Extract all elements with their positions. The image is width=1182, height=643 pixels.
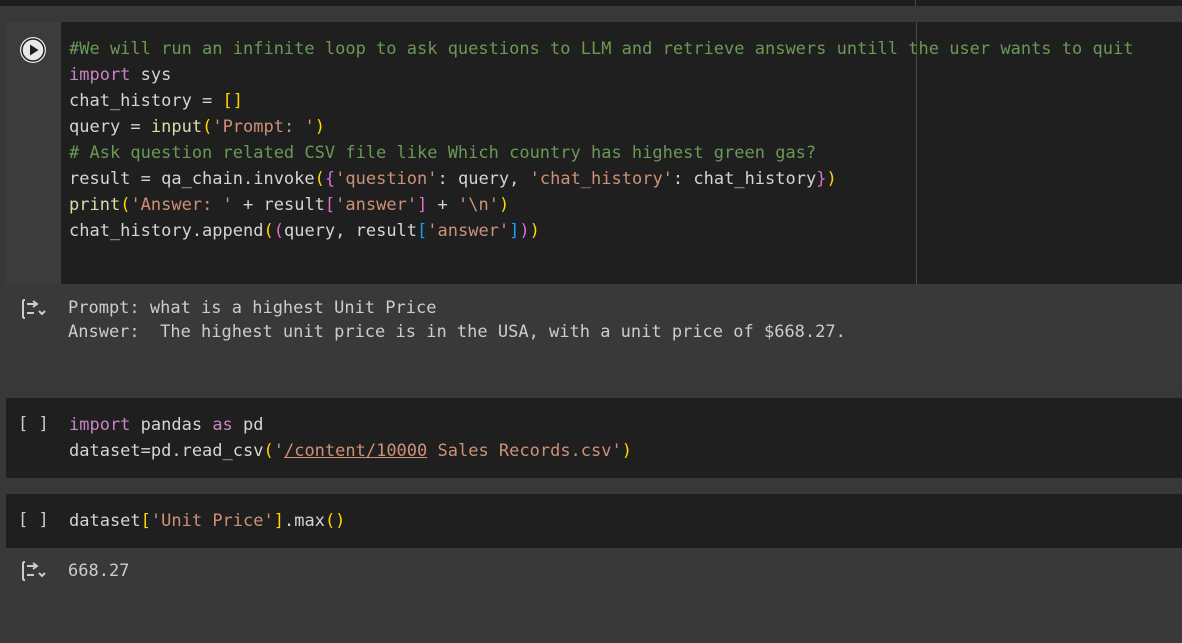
- output-toggle-icon[interactable]: [20, 298, 48, 320]
- code-token: chat_history =: [69, 91, 223, 111]
- notebook-page: #We will run an infinite loop to ask que…: [0, 0, 1182, 643]
- code-line[interactable]: import pandas as pd: [69, 412, 264, 438]
- code-token: 'answer': [335, 195, 418, 215]
- code-token: pandas: [130, 415, 213, 435]
- code-token: pd: [232, 415, 264, 435]
- code-token: result = qa_chain.invoke: [69, 169, 315, 189]
- code-token: /content/10000: [283, 441, 428, 461]
- code-token: +: [427, 195, 459, 215]
- code-token: import: [69, 415, 131, 435]
- code-token: print: [69, 195, 121, 215]
- code-editor[interactable]: import pandas as pd dataset=pd.read_csv('…: [61, 398, 1182, 478]
- code-token: sys: [130, 65, 172, 85]
- code-token: 'question': [335, 169, 438, 189]
- code-token: (: [263, 221, 274, 241]
- code-line[interactable]: # Ask question related CSV file like Whi…: [69, 140, 816, 166]
- code-token: dataset: [69, 511, 141, 531]
- code-editor[interactable]: dataset['Unit Price'].max(): [61, 494, 1182, 548]
- code-token: [: [324, 195, 336, 215]
- code-token: (: [263, 441, 274, 461]
- code-line[interactable]: result = qa_chain.invoke({'question': qu…: [69, 166, 837, 192]
- cell-gutter: [6, 22, 61, 284]
- code-token: ): [529, 221, 540, 241]
- code-line[interactable]: query = input('Prompt: '): [69, 114, 325, 140]
- code-token: (: [202, 117, 213, 137]
- code-token: : chat_history: [672, 169, 817, 189]
- code-token: import: [69, 65, 131, 85]
- code-token: query, result: [283, 221, 418, 241]
- code-token: input: [150, 117, 203, 137]
- code-token: chat_history.append: [69, 221, 264, 241]
- code-token: dataset=pd.read_csv: [69, 441, 264, 461]
- code-token: Sales Records.csv': [427, 441, 622, 461]
- play-circle-icon: [21, 38, 45, 62]
- code-token: 'Answer: ': [130, 195, 233, 215]
- output-toggle-icon[interactable]: [20, 560, 48, 582]
- code-token: [: [417, 221, 428, 241]
- code-line[interactable]: dataset=pd.read_csv('/content/10000 Sale…: [69, 438, 632, 464]
- cell-output-3: 668.27: [6, 548, 1182, 643]
- execution-count-bracket[interactable]: [ ]: [18, 414, 49, 434]
- output-line-answer: Answer: The highest unit price is in the…: [68, 322, 846, 342]
- code-token: ): [519, 221, 530, 241]
- code-token: ]: [417, 195, 428, 215]
- code-token: #We will run an infinite loop to ask que…: [69, 39, 1134, 59]
- code-line[interactable]: import sys: [69, 62, 171, 88]
- code-token: 'Unit Price': [150, 511, 274, 531]
- code-token: ': [273, 441, 284, 461]
- code-token: + result: [232, 195, 325, 215]
- previous-cell-edge: [0, 0, 1182, 6]
- cell-output-1: Prompt: what is a highest Unit Price Ans…: [6, 284, 1182, 380]
- code-token: ]: [509, 221, 520, 241]
- cell-gutter: [ ]: [6, 398, 61, 478]
- run-cell-button[interactable]: [20, 37, 46, 63]
- code-line[interactable]: #We will run an infinite loop to ask que…: [69, 36, 1133, 62]
- code-token: # Ask question related CSV file like Whi…: [69, 143, 817, 163]
- code-line[interactable]: dataset['Unit Price'].max(): [69, 508, 345, 534]
- cell-gutter: [ ]: [6, 494, 61, 548]
- code-token: ]: [273, 511, 284, 531]
- code-token: : query,: [437, 169, 530, 189]
- code-token: []: [222, 91, 244, 111]
- code-token: 'answer': [427, 221, 510, 241]
- code-token: '\n': [458, 195, 499, 215]
- code-token: (: [273, 221, 284, 241]
- output-line-value: 668.27: [68, 561, 130, 581]
- code-token: (): [324, 511, 346, 531]
- code-token: ): [498, 195, 510, 215]
- code-token: query =: [69, 117, 151, 137]
- code-token: .max: [283, 511, 325, 531]
- code-cell-3[interactable]: [ ] dataset['Unit Price'].max(): [6, 494, 1182, 548]
- code-token: (: [314, 169, 325, 189]
- output-line-prompt: Prompt: what is a highest Unit Price: [68, 298, 437, 318]
- code-cell-1[interactable]: #We will run an infinite loop to ask que…: [6, 22, 1182, 284]
- code-token: {: [324, 169, 336, 189]
- code-line[interactable]: print('Answer: ' + result['answer'] + '\…: [69, 192, 509, 218]
- code-token: ): [314, 117, 325, 137]
- code-token: 'chat_history': [529, 169, 673, 189]
- code-line[interactable]: chat_history = []: [69, 88, 243, 114]
- code-token: 'Prompt: ': [212, 117, 315, 137]
- code-token: ): [826, 169, 837, 189]
- code-token: ): [621, 441, 632, 461]
- code-token: [: [140, 511, 151, 531]
- execution-count-bracket[interactable]: [ ]: [18, 510, 49, 530]
- code-token: as: [212, 415, 233, 435]
- code-token: }: [816, 169, 827, 189]
- ruler-line: [915, 0, 916, 6]
- code-cell-2[interactable]: [ ] import pandas as pd dataset=pd.read_c…: [6, 398, 1182, 478]
- code-token: (: [120, 195, 131, 215]
- code-editor[interactable]: #We will run an infinite loop to ask que…: [61, 22, 1182, 284]
- code-line[interactable]: chat_history.append((query, result['answ…: [69, 218, 540, 244]
